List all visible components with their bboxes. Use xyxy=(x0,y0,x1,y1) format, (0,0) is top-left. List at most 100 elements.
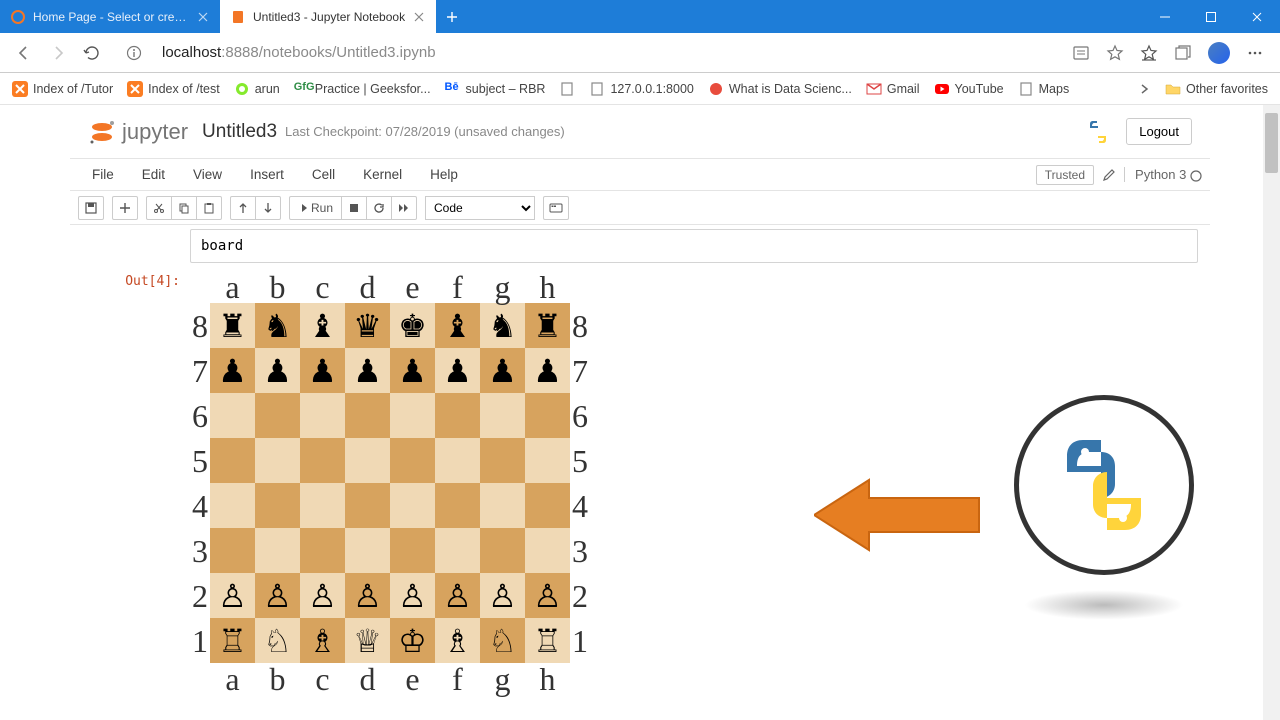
paste-button[interactable] xyxy=(196,196,222,220)
python-kernel-icon xyxy=(1084,118,1112,146)
chess-square xyxy=(390,528,435,573)
chess-square: ♝ xyxy=(300,303,345,348)
bookmark-item[interactable]: Bēsubject – RBR xyxy=(445,81,546,97)
chess-square: ♖ xyxy=(525,618,570,663)
chess-square: ♟ xyxy=(525,348,570,393)
save-button[interactable] xyxy=(78,196,104,220)
add-cell-button[interactable] xyxy=(112,196,138,220)
close-icon[interactable] xyxy=(412,10,426,24)
jupyter-header: jupyter Untitled3 Last Checkpoint: 07/28… xyxy=(70,105,1210,159)
bookmark-item[interactable]: Index of /Tutor xyxy=(12,81,113,97)
menu-cell[interactable]: Cell xyxy=(298,167,349,182)
code-cell-input[interactable]: board xyxy=(190,229,1198,263)
output-prompt: Out[4]: xyxy=(70,271,190,695)
url-input[interactable]: localhost:8888/notebooks/Untitled3.ipynb xyxy=(154,38,1066,68)
menubar: File Edit View Insert Cell Kernel Help T… xyxy=(70,159,1210,191)
chess-square: ♘ xyxy=(255,618,300,663)
favorite-icon[interactable] xyxy=(1106,44,1124,62)
bookmark-item[interactable]: arun xyxy=(234,81,280,97)
menu-view[interactable]: View xyxy=(179,167,236,182)
chess-square xyxy=(390,483,435,528)
notebook-name[interactable]: Untitled3 xyxy=(202,121,277,143)
chess-square: ♙ xyxy=(390,573,435,618)
chess-square: ♛ xyxy=(345,303,390,348)
back-button[interactable] xyxy=(10,39,38,67)
notebook-icon xyxy=(230,9,246,25)
close-window-button[interactable] xyxy=(1234,0,1280,33)
chess-square xyxy=(255,438,300,483)
toolbar: Run Code xyxy=(70,191,1210,225)
logout-button[interactable]: Logout xyxy=(1126,118,1192,145)
maximize-button[interactable] xyxy=(1188,0,1234,33)
chess-square: ♜ xyxy=(525,303,570,348)
chess-square xyxy=(480,438,525,483)
bookmark-item[interactable]: YouTube xyxy=(934,81,1004,97)
interrupt-button[interactable] xyxy=(341,196,367,220)
restart-button[interactable] xyxy=(366,196,392,220)
notebook-area: board Out[4]: abcdefgh8♜♞♝♛♚♝♞♜87♟♟♟♟♟♟♟… xyxy=(0,229,1280,695)
youtube-icon xyxy=(934,81,950,97)
chess-square xyxy=(300,438,345,483)
chess-square: ♙ xyxy=(210,573,255,618)
chess-square xyxy=(435,393,480,438)
minimize-button[interactable] xyxy=(1142,0,1188,33)
move-up-button[interactable] xyxy=(230,196,256,220)
refresh-button[interactable] xyxy=(78,39,106,67)
chess-square: ♟ xyxy=(345,348,390,393)
bookmark-item[interactable]: Index of /test xyxy=(127,81,220,97)
bookmark-item[interactable]: 127.0.0.1:8000 xyxy=(589,81,693,97)
forward-button[interactable] xyxy=(44,39,72,67)
scroll-thumb[interactable] xyxy=(1265,113,1278,173)
kernel-name[interactable]: Python 3 xyxy=(1124,167,1202,182)
browser-tab-home[interactable]: Home Page - Select or create a n xyxy=(0,0,220,33)
menu-kernel[interactable]: Kernel xyxy=(349,167,416,182)
maps-icon xyxy=(1018,81,1034,97)
site-info-icon[interactable] xyxy=(120,39,148,67)
reader-icon[interactable] xyxy=(1072,44,1090,62)
chess-square: ♞ xyxy=(480,303,525,348)
edit-icon[interactable] xyxy=(1102,168,1116,182)
bookmark-item[interactable] xyxy=(559,81,575,97)
more-icon[interactable] xyxy=(1246,44,1264,62)
copy-button[interactable] xyxy=(171,196,197,220)
bookmark-item[interactable]: Gmail xyxy=(866,81,920,97)
chess-square: ♕ xyxy=(345,618,390,663)
close-icon[interactable] xyxy=(196,10,210,24)
chess-square xyxy=(210,438,255,483)
chess-square: ♙ xyxy=(255,573,300,618)
scrollbar[interactable] xyxy=(1263,105,1280,720)
restart-run-button[interactable] xyxy=(391,196,417,220)
chess-square xyxy=(435,483,480,528)
command-palette-button[interactable] xyxy=(543,196,569,220)
profile-avatar[interactable] xyxy=(1208,42,1230,64)
tab-label: Untitled3 - Jupyter Notebook xyxy=(253,10,405,24)
bookmark-item[interactable]: Maps xyxy=(1018,81,1070,97)
chess-square xyxy=(300,483,345,528)
browser-titlebar: Home Page - Select or create a n Untitle… xyxy=(0,0,1280,33)
chess-square xyxy=(525,393,570,438)
jupyter-logo[interactable]: jupyter xyxy=(88,118,188,146)
favorites-list-icon[interactable] xyxy=(1140,44,1158,62)
move-down-button[interactable] xyxy=(255,196,281,220)
new-tab-button[interactable] xyxy=(436,0,468,33)
menu-file[interactable]: File xyxy=(78,167,128,182)
python-logo-circle xyxy=(1014,395,1194,575)
window-controls xyxy=(1142,0,1280,33)
menu-insert[interactable]: Insert xyxy=(236,167,298,182)
collections-icon[interactable] xyxy=(1174,44,1192,62)
chess-square: ♟ xyxy=(210,348,255,393)
cut-button[interactable] xyxy=(146,196,172,220)
shadow xyxy=(1024,590,1184,620)
menu-edit[interactable]: Edit xyxy=(128,167,179,182)
overflow-icon[interactable] xyxy=(1137,82,1151,96)
other-favorites[interactable]: Other favorites xyxy=(1165,81,1268,97)
bookmark-item[interactable]: What is Data Scienc... xyxy=(708,81,852,97)
chess-square xyxy=(300,528,345,573)
chess-square xyxy=(345,438,390,483)
browser-tab-notebook[interactable]: Untitled3 - Jupyter Notebook xyxy=(220,0,436,33)
bookmark-item[interactable]: GfGPractice | Geeksfor... xyxy=(294,81,431,97)
celltype-select[interactable]: Code xyxy=(425,196,535,220)
run-button[interactable]: Run xyxy=(289,196,342,220)
trusted-badge[interactable]: Trusted xyxy=(1036,165,1094,185)
menu-help[interactable]: Help xyxy=(416,167,472,182)
